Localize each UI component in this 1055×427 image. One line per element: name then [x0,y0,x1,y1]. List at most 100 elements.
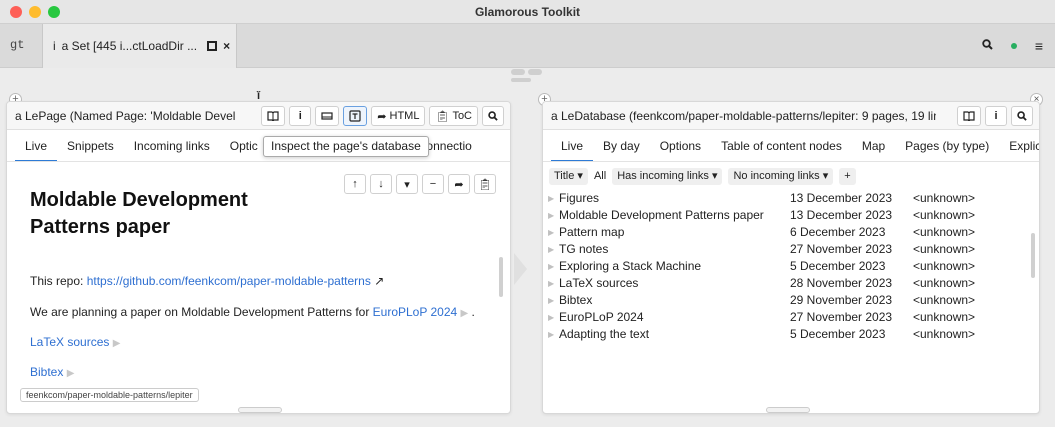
page-toolbar: ↑ ↓ ▾ − ➦ 📋︎ [344,174,496,194]
filter-bar: Title ▾ All Has incoming links ▾ No inco… [549,168,856,185]
tab-label: a Set [445 i...ctLoadDir ... [61,39,198,53]
bibtex-paragraph: Bibtex ▶ [30,365,74,379]
page-title: Moldable Development Patterns paper [30,189,248,238]
tab-live[interactable]: Live [15,130,58,161]
zoom-window-button[interactable] [48,6,60,18]
tab-options[interactable]: Options [650,130,711,161]
pager-handle-bar [511,78,531,82]
tab-inspector-set[interactable]: i a Set [445 i...ctLoadDir ... × [42,24,237,68]
expand-triangle-icon[interactable]: ▶ [548,292,554,309]
add-filter-button[interactable]: + [839,168,856,185]
tab-bar: gt i a Set [445 i...ctLoadDir ... × ≡ [0,24,1055,68]
tab-by-day[interactable]: By day [593,130,650,161]
close-window-button[interactable] [10,6,22,18]
tab-live[interactable]: Live [551,130,594,161]
tab-map[interactable]: Map [852,130,895,161]
right-scrollbar[interactable] [1031,233,1035,278]
expand-triangle-icon[interactable]: ▶ [548,241,554,258]
tab-pages-by-type[interactable]: Pages (by type) [895,130,999,161]
europlop-link[interactable]: EuroPLoP 2024 [373,305,458,319]
window-titlebar: Glamorous Toolkit [0,0,1055,24]
list-item[interactable]: ▶ Adapting the text 5 December 2023 <unknow… [543,326,1039,343]
pages-list: ▶ Figures 13 December 2023 <unknown> ▶ Molda… [543,190,1039,343]
inspector-content: + + × ĭ a LePage (Named Page: 'Moldable … [0,69,1055,427]
tab-toc-nodes[interactable]: Table of content nodes [711,130,852,161]
list-item[interactable]: ▶ EuroPLoP 2024 27 November 2023 <unknown> [543,309,1039,326]
expand-triangle-icon[interactable]: ▶ [548,207,554,224]
right-resize-gripper[interactable] [766,407,810,413]
maximize-tab-icon[interactable] [207,41,218,51]
repo-link[interactable]: https://github.com/feenkcom/paper-moldab… [87,274,371,288]
list-item[interactable]: ▶ Bibtex 29 November 2023 <unknown> [543,292,1039,309]
left-scrollbar[interactable] [499,257,503,297]
drive-button[interactable] [315,106,340,126]
list-item[interactable]: ▶ Exploring a Stack Machine 5 December 202… [543,258,1039,275]
search-icon[interactable] [982,39,993,53]
list-item[interactable]: ▶ Pattern map 6 December 2023 <unknown> [543,224,1039,241]
incoming-links-filter[interactable]: Has incoming links ▾ [612,168,723,185]
info-button[interactable]: i [289,106,312,126]
repo-paragraph: This repo: https://github.com/feenkcom/p… [30,274,385,288]
window-title: Glamorous Toolkit [474,4,581,19]
status-dot-icon [1010,43,1017,49]
dropdown-button[interactable]: ▾ [396,174,418,194]
search-icon [1017,111,1027,121]
expand-triangle-icon[interactable]: ▶ [113,338,121,349]
list-item[interactable]: ▶ TG notes 27 November 2023 <unknown> [543,241,1039,258]
clipboard-button[interactable]: 📋︎ [474,174,496,194]
pane-tabs: Live By day Options Table of content nod… [543,130,1039,162]
pane-header: a LeDatabase (feenkcom/paper-moldable-pa… [543,102,1039,130]
expand-triangle-icon[interactable]: ▶ [548,309,554,326]
title-filter-dropdown[interactable]: Title ▾ [549,168,588,185]
no-incoming-links-filter[interactable]: No incoming links ▾ [728,168,834,185]
close-tab-icon[interactable]: × [223,39,230,53]
gt-logo[interactable]: gt [10,38,24,52]
search-button[interactable] [1011,106,1033,126]
expand-triangle-icon[interactable]: ▶ [548,190,554,207]
page-inspector-pane: a LePage (Named Page: 'Moldable Devel i … [6,101,511,414]
info-button[interactable]: i [985,106,1007,126]
expand-triangle-icon[interactable]: ▶ [548,275,554,292]
pane-title: a LePage (Named Page: 'Moldable Devel [15,108,236,123]
left-resize-gripper[interactable] [238,407,282,413]
pane-actions: i ➦ HTML 📋︎ ToC [261,106,504,126]
planning-paragraph: We are planning a paper on Moldable Deve… [30,305,475,319]
forward-arrow-icon: ➦ [377,110,387,123]
expand-triangle-icon[interactable]: ▶ [67,368,75,379]
clipboard-icon: 📋︎ [435,110,450,123]
move-down-button[interactable]: ↓ [370,174,392,194]
book-button[interactable] [261,106,286,126]
list-item[interactable]: ▶ Figures 13 December 2023 <unknown> [543,190,1039,207]
remove-button[interactable]: − [422,174,444,194]
tab-explicit[interactable]: Explic [999,130,1039,161]
latex-paragraph: LaTeX sources ▶ [30,335,120,349]
list-item[interactable]: ▶ LaTeX sources 28 November 2023 <unknown> [543,275,1039,292]
database-inspector-pane: a LeDatabase (feenkcom/paper-moldable-pa… [542,101,1040,414]
book-icon [267,111,279,121]
book-button[interactable] [957,106,981,126]
list-item[interactable]: ▶ Moldable Development Patterns paper 13 D… [543,207,1039,224]
pager-handle[interactable] [511,69,542,75]
external-link-icon[interactable]: ↗ [374,274,384,288]
tab-options[interactable]: Optic [220,130,268,161]
html-button[interactable]: ➦ HTML [371,106,426,126]
bibtex-link[interactable]: Bibtex [30,365,63,379]
expand-triangle-icon[interactable]: ▶ [548,326,554,343]
tab-incoming-links[interactable]: Incoming links [124,130,220,161]
share-button[interactable]: ➦ [448,174,470,194]
traffic-lights [10,6,60,18]
search-button[interactable] [482,106,504,126]
toc-button[interactable]: 📋︎ ToC [429,106,478,126]
expand-triangle-icon[interactable]: ▶ [548,224,554,241]
database-tooltip: Inspect the page's database [263,136,429,157]
latex-link[interactable]: LaTeX sources [30,335,109,349]
info-icon: i [53,39,56,53]
database-path-label: feenkcom/paper-moldable-patterns/lepiter [20,388,199,402]
tab-snippets[interactable]: Snippets [57,130,124,161]
move-up-button[interactable]: ↑ [344,174,366,194]
menu-icon[interactable]: ≡ [1035,38,1043,54]
all-filter[interactable]: All [594,168,606,185]
minimize-window-button[interactable] [29,6,41,18]
expand-triangle-icon[interactable]: ▶ [548,258,554,275]
database-button[interactable] [343,106,368,126]
